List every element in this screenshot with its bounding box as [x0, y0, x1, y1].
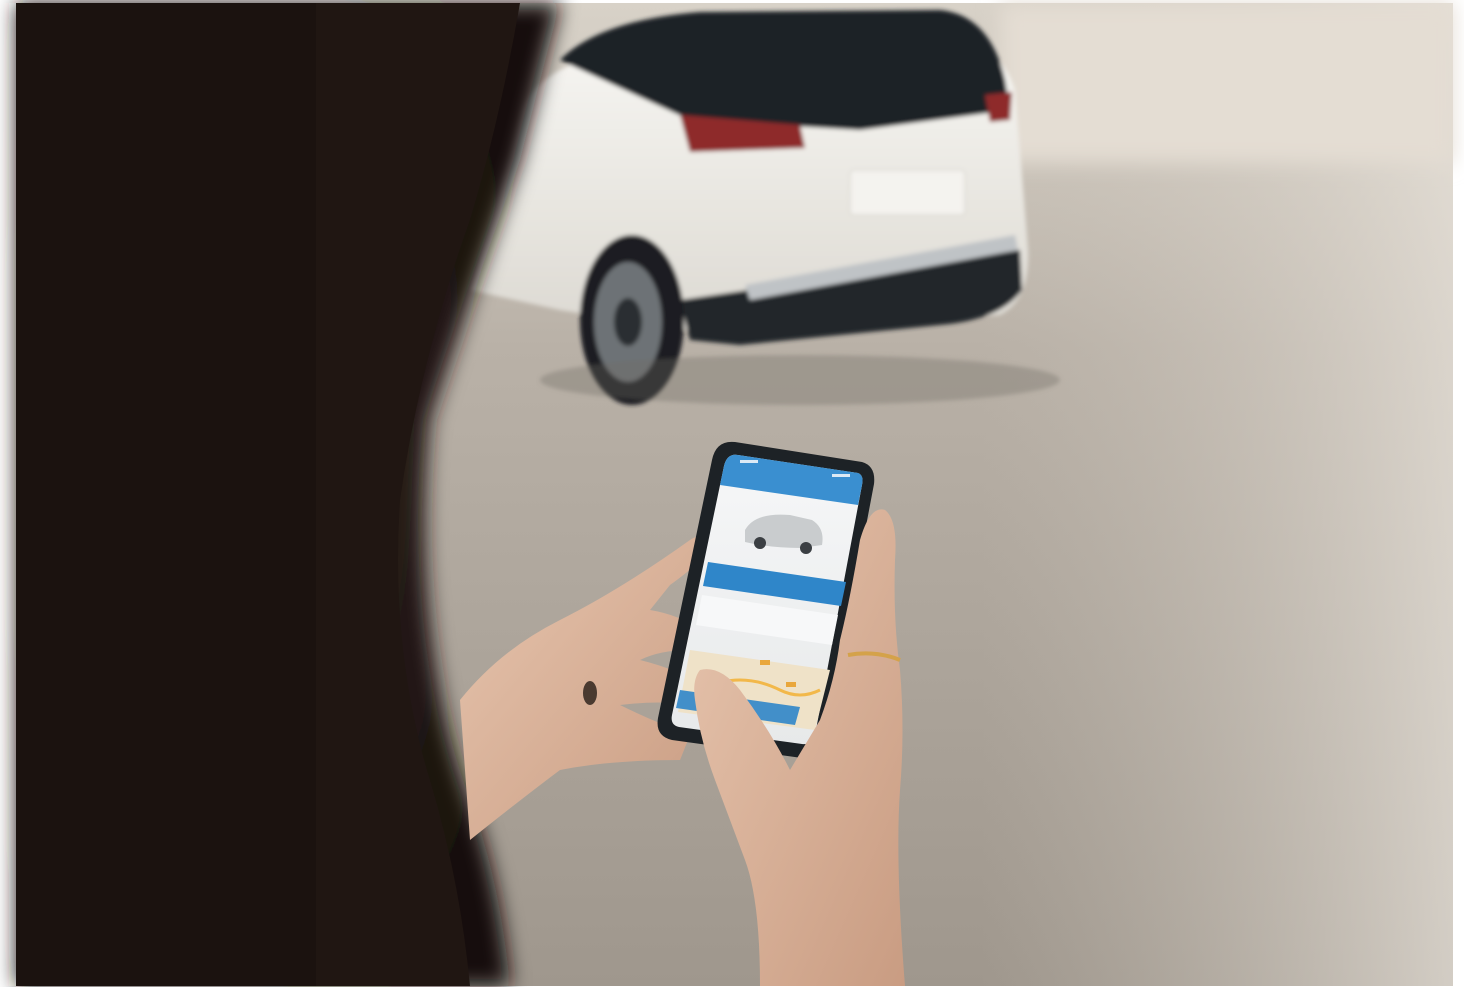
- photo-illustration: [0, 0, 1464, 987]
- photo-scene: [0, 0, 1464, 987]
